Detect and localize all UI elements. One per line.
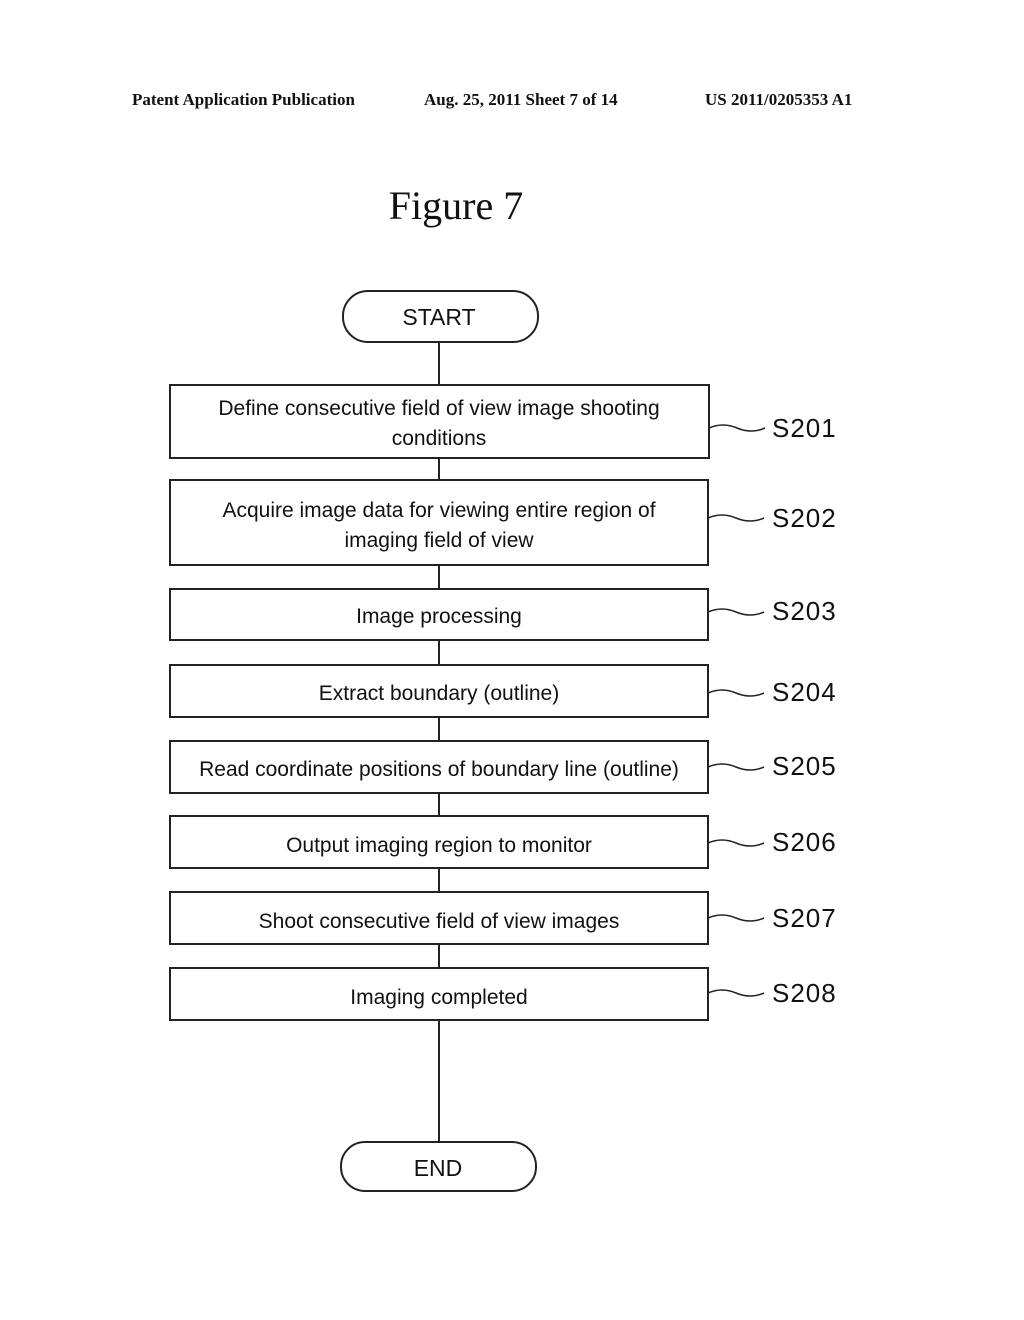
leader-line — [707, 989, 765, 997]
step-id: S206 — [772, 827, 837, 857]
leader-line — [707, 763, 765, 771]
step-S202: Acquire image data for viewing entire re… — [169, 479, 837, 566]
step-text-line: Extract boundary (outline) — [319, 682, 559, 705]
leader-line — [707, 514, 765, 522]
step-id: S201 — [772, 413, 837, 443]
step-id: S203 — [772, 596, 837, 626]
step-S204: Extract boundary (outline) S204 — [169, 664, 837, 718]
step-id: S205 — [772, 751, 837, 781]
leader-line — [707, 839, 765, 847]
step-text-line: Acquire image data for viewing entire re… — [222, 499, 655, 522]
step-S203: Image processing S203 — [169, 588, 837, 641]
step-id: S208 — [772, 978, 837, 1008]
step-id: S207 — [772, 903, 837, 933]
step-text-line: conditions — [392, 427, 487, 450]
leader-line — [708, 424, 766, 432]
step-text-line: Imaging completed — [350, 986, 527, 1009]
leader-line — [707, 689, 765, 697]
end-terminator: END — [340, 1141, 537, 1192]
step-text-line: Image processing — [356, 605, 522, 628]
step-text-line: Output imaging region to monitor — [286, 834, 592, 857]
start-label: START — [402, 304, 475, 330]
flowchart: START Define consecutive field of view i… — [169, 290, 837, 1192]
leader-line — [707, 914, 765, 922]
leader-line — [707, 608, 765, 616]
step-id: S202 — [772, 503, 837, 533]
step-id: S204 — [772, 677, 837, 707]
step-S206: Output imaging region to monitor S206 — [169, 815, 837, 869]
step-text-line: Shoot consecutive field of view images — [259, 910, 620, 933]
end-label: END — [414, 1155, 463, 1181]
start-terminator: START — [342, 290, 539, 343]
step-S201: Define consecutive field of view image s… — [169, 384, 837, 459]
step-text-line: imaging field of view — [344, 529, 534, 552]
step-S208: Imaging completed S208 — [169, 967, 837, 1021]
step-S205: Read coordinate positions of boundary li… — [169, 740, 837, 794]
step-text-line: Define consecutive field of view image s… — [218, 397, 659, 420]
step-S207: Shoot consecutive field of view images S… — [169, 891, 837, 945]
step-text-line: Read coordinate positions of boundary li… — [199, 758, 679, 781]
